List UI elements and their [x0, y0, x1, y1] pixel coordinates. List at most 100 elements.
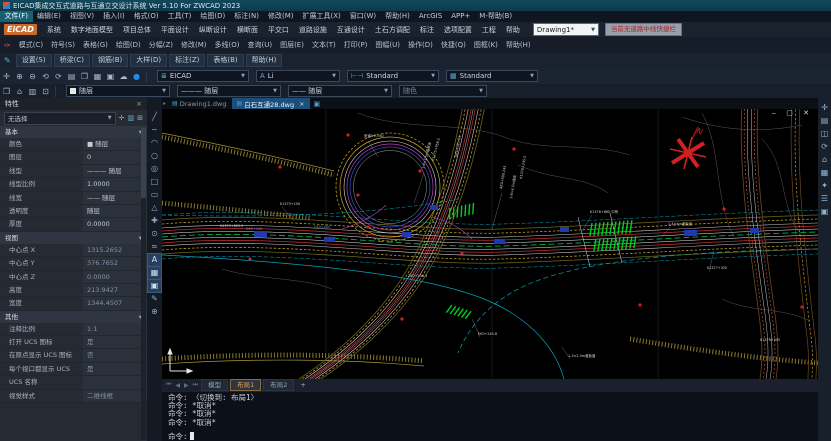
- layout-nav-icon[interactable]: ⏮: [165, 381, 172, 389]
- draw-tool-icon[interactable]: ~: [148, 124, 161, 136]
- draw-tool-icon[interactable]: ▦: [148, 267, 161, 279]
- toolbar-icon[interactable]: ⊕: [13, 70, 26, 83]
- side-tool-icon[interactable]: ✦: [821, 181, 828, 190]
- draw-tool-icon[interactable]: ✎: [148, 293, 161, 305]
- property-value[interactable]: 随层: [83, 205, 147, 217]
- property-value[interactable]: 0: [83, 151, 147, 163]
- draw-tool-icon[interactable]: ╱: [148, 111, 161, 123]
- draw-tool-icon[interactable]: △: [148, 202, 161, 214]
- draw-tool-icon[interactable]: ⊙: [148, 228, 161, 240]
- close-icon[interactable]: ×: [299, 100, 304, 108]
- bridge-toolbar-button[interactable]: 大样(D): [130, 54, 167, 67]
- document-tab[interactable]: ▤Drawing1.dwg: [167, 98, 231, 109]
- lineweight-combo[interactable]: —— 随层 ▼: [288, 85, 392, 97]
- toolbar-icon[interactable]: ❐: [0, 85, 13, 98]
- layout-nav-icon[interactable]: ◀: [174, 382, 181, 389]
- side-tool-icon[interactable]: ▦: [821, 168, 829, 177]
- draw-tool-icon[interactable]: ◠: [148, 137, 161, 149]
- eicad-menu-item[interactable]: 纵断设计: [194, 25, 232, 35]
- side-tool-icon[interactable]: ✛: [821, 103, 828, 112]
- property-row[interactable]: 透明度随层: [0, 205, 147, 218]
- close-icon[interactable]: ×: [136, 98, 142, 110]
- dim-style-combo[interactable]: ⊢⊣ Standard ▼: [347, 70, 439, 82]
- new-drawing-icon[interactable]: ▣: [310, 100, 325, 108]
- eicad-menu-item[interactable]: 道路设施: [294, 25, 332, 35]
- draw-tool-icon[interactable]: ≈: [148, 241, 161, 253]
- layout-tab[interactable]: 布局1: [230, 379, 261, 391]
- property-value[interactable]: ■ 随层: [83, 138, 147, 150]
- bridge-toolbar-button[interactable]: 桥梁(C): [54, 54, 90, 67]
- menu-item[interactable]: 扩展工具(X): [298, 11, 345, 22]
- bridge-toolbar-button[interactable]: 标注(Z): [169, 54, 205, 67]
- property-value[interactable]: 0.0000: [83, 218, 147, 230]
- add-layout-icon[interactable]: +: [296, 381, 309, 389]
- property-row[interactable]: UCS 名称: [0, 376, 147, 389]
- centerline-notice-button[interactable]: 当前无道路中线快捷栏: [605, 23, 682, 36]
- property-row[interactable]: 线宽—— 随层: [0, 192, 147, 205]
- module-menu-item[interactable]: 操作(D): [404, 40, 437, 50]
- bridge-toolbar-button[interactable]: 设置(S): [16, 54, 52, 67]
- property-value[interactable]: 1.0000: [83, 178, 147, 190]
- menu-item[interactable]: 格式(O): [129, 11, 163, 22]
- bridge-toolbar-button[interactable]: 帮助(H): [246, 54, 283, 67]
- property-row[interactable]: 高度213.9427: [0, 284, 147, 297]
- module-menu-item[interactable]: 文本(T): [308, 40, 340, 50]
- property-value[interactable]: ——— 随层: [83, 165, 147, 177]
- drawing-viewport[interactable]: 1-4×3.5m盖板涵K1375+958.5BK0+321.55AK0+580.…: [162, 109, 818, 379]
- module-menu-item[interactable]: 帮助(H): [502, 40, 535, 50]
- menu-item[interactable]: 帮助(H): [381, 11, 415, 22]
- property-row[interactable]: 每个视口都显示 UCS是: [0, 363, 147, 376]
- drawing-canvas[interactable]: 1-4×3.5m盖板涵K1375+958.5BK0+321.55AK0+580.…: [162, 109, 818, 379]
- layout-tab[interactable]: 布局2: [263, 379, 294, 391]
- property-row[interactable]: 宽度1344.4507: [0, 297, 147, 310]
- layout-tab[interactable]: 模型: [201, 379, 228, 391]
- toolbar-icon[interactable]: ✛: [0, 70, 13, 83]
- section-misc[interactable]: 其他 ▾: [0, 311, 147, 323]
- plot-style-combo[interactable]: 随色 ▼: [399, 85, 487, 97]
- draw-tool-icon[interactable]: ◎: [148, 163, 161, 175]
- eicad-menu-item[interactable]: 项目总体: [118, 25, 156, 35]
- property-value[interactable]: —— 随层: [83, 192, 147, 204]
- toolbar-icon[interactable]: ▤: [65, 70, 78, 83]
- draw-tool-icon[interactable]: A: [148, 254, 161, 266]
- module-menu-item[interactable]: 修改(M): [177, 40, 211, 50]
- toolbar-icon[interactable]: ●: [130, 70, 143, 83]
- menu-item[interactable]: 编辑(E): [33, 11, 66, 22]
- module-menu-item[interactable]: 图幅(U): [371, 40, 404, 50]
- bridge-toolbar-button[interactable]: 表格(B): [207, 54, 243, 67]
- draw-tool-icon[interactable]: ▣: [148, 280, 161, 292]
- eicad-menu-item[interactable]: 选项配置: [439, 25, 477, 35]
- eicad-menu-item[interactable]: 平交口: [263, 25, 294, 35]
- section-basic[interactable]: 基本 ▾: [0, 126, 147, 138]
- side-tool-icon[interactable]: ▤: [821, 116, 829, 125]
- side-tool-icon[interactable]: ◫: [821, 129, 829, 138]
- module-menu-item[interactable]: 图框(K): [470, 40, 502, 50]
- property-row[interactable]: 线型——— 随层: [0, 165, 147, 178]
- side-tool-icon[interactable]: ⌂: [822, 155, 827, 164]
- module-menu-item[interactable]: 符号(S): [47, 40, 79, 50]
- module-menu-item[interactable]: 绘图(D): [112, 40, 145, 50]
- module-menu-item[interactable]: 图层(E): [276, 40, 308, 50]
- module-menu-item[interactable]: 查询(U): [243, 40, 276, 50]
- property-row[interactable]: 中心点 Z0.0000: [0, 271, 147, 284]
- toolbar-icon[interactable]: ❐: [78, 70, 91, 83]
- eicad-menu-item[interactable]: 平面设计: [156, 25, 194, 35]
- side-tool-icon[interactable]: ▣: [821, 207, 829, 216]
- select-objects-icon[interactable]: ▥: [128, 114, 135, 122]
- module-menu-item[interactable]: 打印(P): [340, 40, 372, 50]
- toolbar-icon[interactable]: ⌂: [13, 85, 26, 98]
- eicad-menu-item[interactable]: 土石方调配: [370, 25, 415, 35]
- toolbar-icon[interactable]: ▥: [26, 85, 39, 98]
- text-style-combo[interactable]: A Li ▼: [256, 70, 340, 82]
- module-menu-item[interactable]: 多线(O): [211, 40, 244, 50]
- eicad-menu-item[interactable]: 系统: [42, 25, 66, 35]
- menu-item[interactable]: 文件(F): [0, 11, 33, 22]
- menu-item[interactable]: M-帮助(B): [475, 11, 517, 22]
- property-row[interactable]: 中心点 X1315.2652: [0, 244, 147, 257]
- eicad-menu-item[interactable]: 标注: [415, 25, 439, 35]
- properties-scrollbar[interactable]: [141, 128, 146, 440]
- side-tool-icon[interactable]: ☰: [821, 194, 828, 203]
- toolbar-icon[interactable]: ⟲: [39, 70, 52, 83]
- draw-tool-icon[interactable]: ○: [148, 150, 161, 162]
- draw-tool-icon[interactable]: ✚: [148, 215, 161, 227]
